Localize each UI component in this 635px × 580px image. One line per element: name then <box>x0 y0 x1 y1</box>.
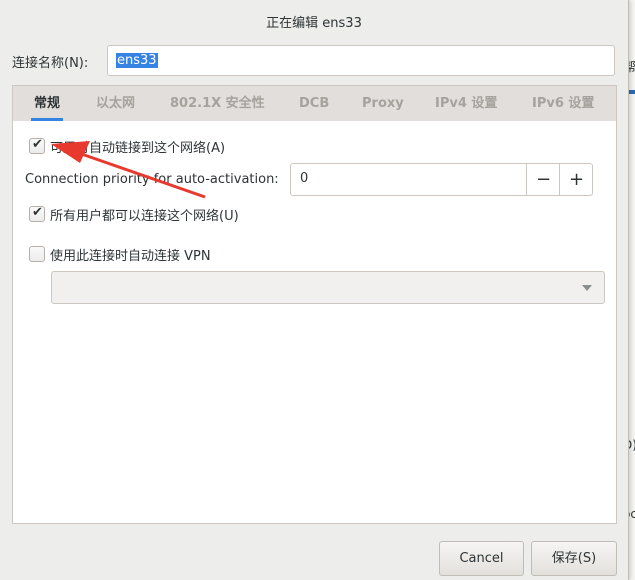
edit-connection-dialog: 正在编辑 ens33 连接名称(N): ens33 常规 以太网 802.1X … <box>0 0 629 580</box>
annotation-arrow-icon <box>51 141 206 199</box>
